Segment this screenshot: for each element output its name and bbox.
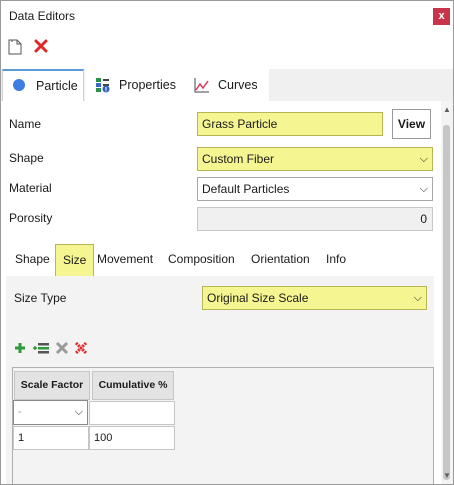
subtab-info[interactable]: Info [319,244,353,276]
scroll-thumb[interactable] [443,125,450,480]
sub-tab-bar: Shape Size Movement Composition Orientat… [6,243,434,276]
new-document-icon[interactable] [8,39,24,55]
view-button[interactable]: View [392,109,431,139]
name-field[interactable]: Grass Particle [197,112,383,136]
porosity-label: Porosity [9,211,53,225]
subtab-shape[interactable]: Shape [8,244,57,276]
close-button[interactable]: x [433,8,450,25]
material-label: Material [9,181,52,195]
main-tab-bar: Particle ! Properties Curves [1,69,453,101]
window-title: Data Editors [9,9,76,23]
tab-label: Curves [218,78,258,92]
new-row-placeholder: - [18,406,22,418]
shape-select[interactable]: Custom Fiber ⌵ [197,147,433,171]
shape-label: Shape [9,151,44,165]
material-select-value: Default Particles [202,182,290,196]
scroll-up-icon[interactable]: ▲ [442,105,452,115]
subtab-composition[interactable]: Composition [161,244,242,276]
vertical-scrollbar[interactable]: ▲ ▼ [441,101,453,484]
chevron-down-icon: ⌵ [413,292,422,304]
size-type-value: Original Size Scale [207,291,309,305]
size-type-label: Size Type [14,291,67,305]
curves-chart-icon [194,77,210,93]
svg-text:!: ! [105,87,108,94]
title-bar: Data Editors x [1,1,453,32]
tab-label: Properties [119,78,176,92]
name-label: Name [9,117,42,131]
new-row-scale-select[interactable]: - ⌵ [13,400,88,425]
table-cell-cumulative[interactable]: 100 [89,426,175,450]
chevron-down-icon: ⌵ [74,406,83,418]
column-header-scale-factor[interactable]: Scale Factor [14,371,90,400]
material-select[interactable]: Default Particles ⌵ [197,177,433,201]
particle-editor-panel: Name Grass Particle View Shape Custom Fi… [1,101,441,484]
subtab-movement[interactable]: Movement [90,244,160,276]
remove-row-icon[interactable] [55,341,69,358]
chevron-down-icon: ⌵ [419,153,428,165]
scroll-down-icon[interactable]: ▼ [442,471,452,481]
shape-select-value: Custom Fiber [202,152,275,166]
clear-all-icon[interactable] [74,341,88,358]
column-header-cumulative[interactable]: Cumulative % [92,371,174,400]
table-cell-scale-factor[interactable]: 1 [13,426,89,450]
tab-label: Particle [36,79,78,93]
particle-circle-icon [12,78,28,94]
porosity-field[interactable]: 0 [197,207,433,231]
subtab-size[interactable]: Size [55,244,95,276]
size-scale-table: Scale Factor Cumulative % - ⌵ 1 100 [12,367,434,484]
add-row-icon[interactable] [13,341,27,358]
properties-grid-icon: ! [95,77,111,94]
tab-properties[interactable]: ! Properties [85,69,185,101]
insert-row-icon[interactable] [32,341,50,358]
new-row-cumulative-cell[interactable] [89,401,175,425]
size-type-select[interactable]: Original Size Scale ⌵ [202,286,427,310]
tab-particle[interactable]: Particle [2,69,84,101]
chevron-down-icon: ⌵ [419,183,428,195]
tab-curves[interactable]: Curves [185,69,269,101]
subtab-orientation[interactable]: Orientation [244,244,317,276]
delete-icon[interactable] [34,39,50,55]
data-editors-window: Data Editors x Particle ! Properties Cur… [0,0,454,485]
toolbar [1,35,453,61]
